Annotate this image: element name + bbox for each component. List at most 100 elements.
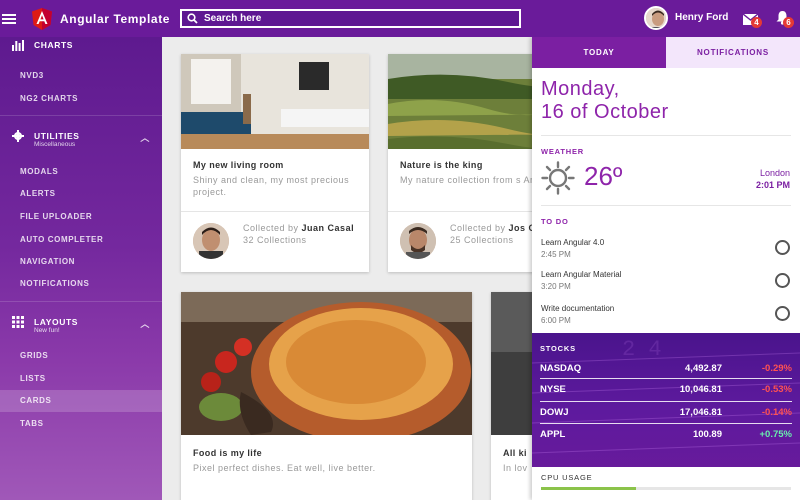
sidebar-group-label: CHARTS xyxy=(34,40,74,50)
stock-change: -0.14% xyxy=(761,407,792,418)
card-title: Nature is the king xyxy=(400,160,483,170)
search-input[interactable] xyxy=(204,13,504,24)
sidebar-item-tabs[interactable]: TABS xyxy=(20,419,44,428)
location-time: London 2:01 PM xyxy=(756,167,790,191)
sidebar-group-subtitle: New fun! xyxy=(34,327,60,334)
stock-name: DOWJ xyxy=(540,407,569,418)
sidebar-group-subtitle: Miscellaneous xyxy=(34,141,76,148)
stock-row[interactable]: APPL 100.89 +0.75% xyxy=(540,426,792,444)
today-panel: TODAY NOTIFICATIONS Monday, 16 of Octobe… xyxy=(532,37,800,500)
stock-value: 100.89 xyxy=(692,429,722,440)
stock-value: 17,046.81 xyxy=(679,407,722,418)
collections-count: 25 Collections xyxy=(450,235,514,245)
stock-row[interactable]: NASDAQ 4,492.87 -0.29% xyxy=(540,360,792,378)
sidebar-item-cards[interactable]: CARDS xyxy=(20,396,51,405)
card-title: Food is my life xyxy=(193,448,263,458)
sidebar-group-utilities[interactable]: UTILITIES ︿ Miscellaneous xyxy=(0,125,162,148)
sidebar-group-charts[interactable]: CHARTS xyxy=(0,34,162,56)
card-image xyxy=(181,54,369,149)
sidebar-item-auto-completer[interactable]: AUTO COMPLETER xyxy=(20,235,103,244)
todo-time: 6:00 PM xyxy=(541,316,571,325)
weather-label: WEATHER xyxy=(541,147,584,156)
stock-change: -0.53% xyxy=(761,384,792,395)
menu-icon[interactable] xyxy=(2,13,16,24)
stock-row[interactable]: NYSE 10,046.81 -0.53% xyxy=(540,381,792,399)
bell-icon[interactable]: 6 xyxy=(776,10,794,30)
mail-icon[interactable]: 4 xyxy=(742,12,762,30)
todo-checkbox[interactable] xyxy=(775,306,790,321)
sidebar-item-modals[interactable]: MODALS xyxy=(20,167,58,176)
sun-icon xyxy=(541,161,575,200)
sidebar-item-lists[interactable]: LISTS xyxy=(20,374,46,383)
sidebar-item-grids[interactable]: GRIDS xyxy=(20,351,48,360)
stock-name: APPL xyxy=(540,429,566,440)
sidebar-group-label: UTILITIES xyxy=(34,131,80,141)
sidebar-group-layouts[interactable]: LAYOUTS ︿ New fun! xyxy=(0,311,162,334)
card-partial[interactable]: All ki In lov xyxy=(491,292,532,500)
search-box[interactable] xyxy=(180,9,521,28)
stock-row[interactable]: DOWJ 17,046.81 -0.14% xyxy=(540,404,792,422)
stock-divider xyxy=(540,401,792,402)
bar-chart-icon xyxy=(12,39,24,51)
sidebar-group-label: LAYOUTS xyxy=(34,317,79,327)
todo-item[interactable]: Learn Angular 4.0 2:45 PM xyxy=(541,237,604,261)
sidebar-item-notifications[interactable]: NOTIFICATIONS xyxy=(20,279,89,288)
tab-notifications[interactable]: NOTIFICATIONS xyxy=(666,37,800,68)
collected-by-label: Collected by xyxy=(243,223,299,233)
cpu-progress-fill xyxy=(541,487,636,490)
card-title: All ki xyxy=(503,448,527,458)
card-description: Pixel perfect dishes. Eat well, live bet… xyxy=(193,463,376,473)
top-bar: Angular Template Henry Ford 4 6 xyxy=(0,0,800,37)
todo-item[interactable]: Learn Angular Material 3:20 PM xyxy=(541,269,622,293)
notification-badge: 6 xyxy=(783,17,794,28)
card-description: In lov xyxy=(503,463,528,473)
divider xyxy=(541,135,791,136)
cpu-widget: CPU USAGE xyxy=(532,467,800,500)
cpu-progress-bar xyxy=(541,487,791,490)
angular-logo-icon xyxy=(32,7,52,30)
app-title: Angular Template xyxy=(60,11,171,26)
date-heading: Monday, 16 of October xyxy=(541,78,669,124)
sidebar: CHARTS NVD3 NG2 CHARTS UTILITIES ︿ Misce… xyxy=(0,37,162,500)
stock-name: NASDAQ xyxy=(540,363,582,374)
card-description: My nature collection from s Amercia. xyxy=(400,175,532,185)
gear-icon xyxy=(12,130,24,142)
collector-avatar[interactable] xyxy=(193,223,229,259)
local-time: 2:01 PM xyxy=(755,180,790,190)
sidebar-item-alerts[interactable]: ALERTS xyxy=(20,189,56,198)
todo-time: 2:45 PM xyxy=(541,250,571,259)
panel-tabs: TODAY NOTIFICATIONS xyxy=(532,37,800,68)
stocks-label: STOCKS xyxy=(540,344,576,353)
sidebar-item-ng2-charts[interactable]: NG2 CHARTS xyxy=(20,94,78,103)
sidebar-divider xyxy=(0,301,162,302)
sidebar-item-navigation[interactable]: NAVIGATION xyxy=(20,257,75,266)
user-avatar[interactable] xyxy=(644,6,668,30)
card-living-room[interactable]: My new living room Shiny and clean, my m… xyxy=(181,54,369,272)
user-name[interactable]: Henry Ford xyxy=(675,12,728,23)
stocks-widget: 2 4 8 STOCKS NASDAQ 4,492.87 -0.29% NYSE… xyxy=(532,333,800,488)
divider xyxy=(541,205,791,206)
sidebar-divider xyxy=(0,115,162,116)
collected-by-label: Collected by xyxy=(450,223,506,233)
collector-name[interactable]: Juan Casal xyxy=(302,223,355,233)
todo-task: Learn Angular Material xyxy=(541,270,622,279)
tab-today[interactable]: TODAY xyxy=(532,37,666,68)
cpu-label: CPU USAGE xyxy=(541,473,593,482)
main-content: My new living room Shiny and clean, my m… xyxy=(162,37,532,500)
stock-value: 10,046.81 xyxy=(679,384,722,395)
card-image xyxy=(181,292,472,442)
sidebar-item-nvd3[interactable]: NVD3 xyxy=(20,71,44,80)
todo-checkbox[interactable] xyxy=(775,240,790,255)
card-food[interactable]: Food is my life Pixel perfect dishes. Ea… xyxy=(181,292,472,500)
todo-checkbox[interactable] xyxy=(775,273,790,288)
collector-name[interactable]: Jos Gomez xyxy=(509,223,532,233)
day-name: Monday, xyxy=(541,78,620,100)
collector-avatar[interactable] xyxy=(400,223,436,259)
sidebar-item-file-uploader[interactable]: FILE UPLOADER xyxy=(20,212,92,221)
card-image xyxy=(491,292,532,435)
todo-task: Write documentation xyxy=(541,304,615,313)
card-nature[interactable]: Nature is the king My nature collection … xyxy=(388,54,532,272)
card-description: Shiny and clean, my most precious projec… xyxy=(193,175,350,197)
date-text: 16 of October xyxy=(541,101,669,123)
todo-item[interactable]: Write documentation 6:00 PM xyxy=(541,303,614,327)
